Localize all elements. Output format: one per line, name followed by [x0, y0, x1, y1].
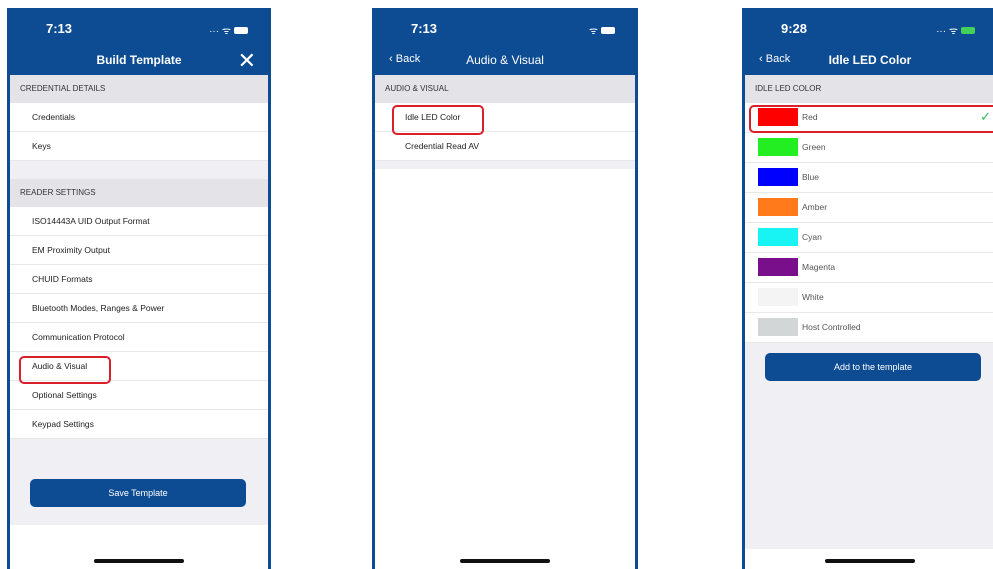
nav-bar: ‹ Back Idle LED Color: [745, 45, 993, 75]
battery-icon: [601, 26, 615, 34]
status-bar: 9:28 ··· ᯤ: [745, 11, 993, 45]
empty-area: [375, 169, 635, 569]
save-template-button[interactable]: Save Template: [30, 479, 246, 507]
color-option-row[interactable]: Amber: [745, 193, 993, 223]
color-label: Magenta: [802, 262, 836, 272]
section-header-audio-visual: AUDIO & VISUAL: [375, 75, 635, 103]
add-to-template-button[interactable]: Add to the template: [765, 353, 981, 381]
color-swatch: [758, 138, 798, 156]
color-option-row[interactable]: Blue: [745, 163, 993, 193]
page-title: Build Template: [96, 53, 182, 67]
section-header-credential-details: CREDENTIAL DETAILS: [10, 75, 268, 103]
row-credentials[interactable]: Credentials: [10, 103, 268, 132]
status-time: 7:13: [46, 21, 73, 36]
battery-icon: [234, 26, 248, 34]
row-keypad-settings[interactable]: Keypad Settings: [10, 410, 268, 439]
color-option-row[interactable]: Green: [745, 133, 993, 163]
battery-icon: [961, 26, 975, 34]
color-swatch: [758, 198, 798, 216]
row-optional-settings[interactable]: Optional Settings: [10, 381, 268, 410]
color-label: White: [802, 292, 824, 302]
status-bar: 7:13 ᯤ: [375, 11, 635, 45]
color-swatch: [758, 288, 798, 306]
color-swatch: [758, 318, 798, 336]
row-iso14443a[interactable]: ISO14443A UID Output Format: [10, 207, 268, 236]
row-communication-protocol[interactable]: Communication Protocol: [10, 323, 268, 352]
color-option-row[interactable]: White: [745, 283, 993, 313]
status-time: 9:28: [781, 21, 808, 36]
color-label: Cyan: [802, 232, 822, 242]
color-label: Blue: [802, 172, 820, 182]
section-header-idle-led-color: IDLE LED COLOR: [745, 75, 993, 103]
phone-build-template: 7:13 ··· ᯤ Build Template ✕ CREDENTIAL D…: [7, 8, 271, 569]
color-swatch: [758, 168, 798, 186]
phone-idle-led-color: 9:28 ··· ᯤ ‹ Back Idle LED Color IDLE LE…: [742, 8, 993, 569]
highlight-box: [749, 105, 993, 133]
status-time: 7:13: [411, 21, 438, 36]
color-swatch: [758, 228, 798, 246]
color-option-row[interactable]: Host Controlled: [745, 313, 993, 343]
home-indicator: [825, 559, 915, 563]
color-option-row[interactable]: Magenta: [745, 253, 993, 283]
close-icon[interactable]: ✕: [238, 48, 256, 74]
row-credential-read-av[interactable]: Credential Read AV: [375, 132, 635, 161]
nav-bar: ‹ Back Audio & Visual: [375, 45, 635, 75]
color-label: Amber: [802, 202, 828, 212]
status-icons: ··· ᯤ: [936, 23, 975, 37]
row-chuid-formats[interactable]: CHUID Formats: [10, 265, 268, 294]
status-icons: ··· ᯤ: [209, 23, 248, 37]
row-bluetooth[interactable]: Bluetooth Modes, Ranges & Power: [10, 294, 268, 323]
status-icons: ᯤ: [589, 23, 615, 37]
color-label: Host Controlled: [802, 322, 861, 332]
color-list: Red ✓ Green Blue Amber Cyan Magenta White Host C…: [745, 103, 993, 343]
phone-audio-visual: 7:13 ᯤ ‹ Back Audio & Visual AUDIO & VIS…: [372, 8, 638, 569]
page-title: Idle LED Color: [828, 53, 912, 67]
nav-bar: Build Template ✕: [10, 45, 268, 75]
section-header-reader-settings: READER SETTINGS: [10, 179, 268, 207]
highlight-box: [19, 356, 111, 384]
highlight-box: [392, 105, 484, 135]
home-indicator: [94, 559, 184, 563]
page-title: Audio & Visual: [466, 53, 544, 67]
color-swatch: [758, 258, 798, 276]
status-bar: 7:13 ··· ᯤ: [10, 11, 268, 45]
home-indicator: [460, 559, 550, 563]
row-em-proximity[interactable]: EM Proximity Output: [10, 236, 268, 265]
color-option-row[interactable]: Cyan: [745, 223, 993, 253]
color-label: Green: [802, 142, 826, 152]
row-keys[interactable]: Keys: [10, 132, 268, 161]
